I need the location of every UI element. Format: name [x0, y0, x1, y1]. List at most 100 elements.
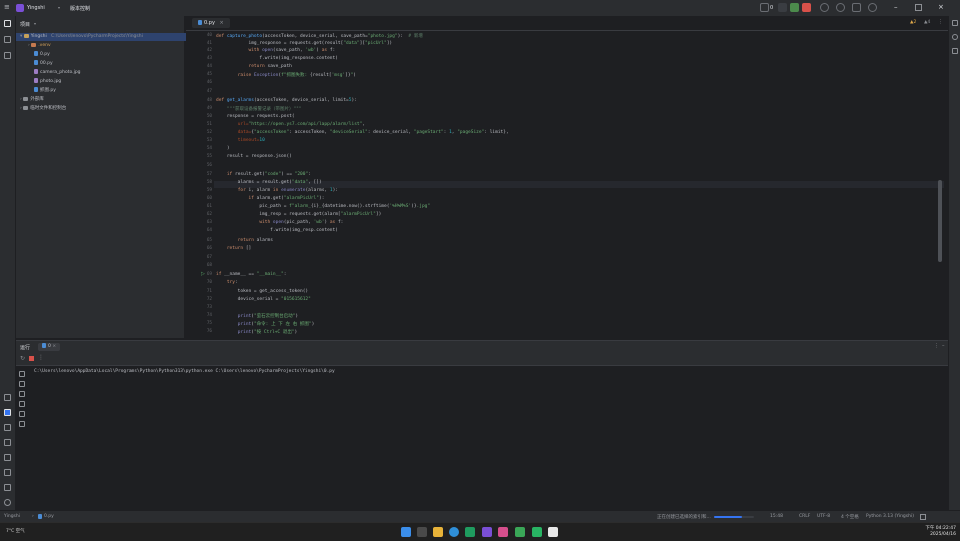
problems-icon[interactable] [4, 484, 11, 491]
code-line: ) [216, 146, 230, 151]
line-number: 46 [206, 80, 212, 85]
line-number: 64 [206, 228, 212, 233]
code-line: response = requests.post( [216, 114, 295, 119]
image-file-icon [34, 69, 38, 74]
tree-item-file[interactable]: 抓图.py [34, 87, 56, 95]
tree-item-file[interactable]: 0.py [34, 51, 50, 59]
code-line: url="https://open.ys7.com/api/lapp/alarm… [237, 122, 366, 127]
app-icon[interactable] [465, 527, 475, 537]
close-tab-icon[interactable]: × [52, 344, 56, 349]
breadcrumb-project[interactable]: Yingshi [4, 514, 20, 519]
file-encoding[interactable]: UTF-8 [817, 514, 830, 519]
close-icon[interactable]: × [938, 3, 944, 11]
project-switcher[interactable]: Yingshi [27, 5, 45, 11]
app-icon[interactable] [532, 527, 542, 537]
stop-button[interactable] [802, 3, 811, 12]
project-tool-icon[interactable] [4, 20, 11, 27]
ai-chat-icon[interactable] [952, 34, 958, 40]
version-control-icon[interactable] [4, 499, 11, 506]
tree-item-external-libs[interactable]: › 外部库 [20, 96, 44, 104]
cursor-position[interactable]: 15:48 [770, 514, 783, 519]
services-icon[interactable] [4, 439, 11, 446]
app-icon[interactable] [498, 527, 508, 537]
pycharm-icon[interactable] [482, 527, 492, 537]
python-console-icon[interactable] [4, 424, 11, 431]
tree-item-root[interactable]: ▾ Yingshi C:\Users\lenovo\PycharmProject… [16, 33, 188, 41]
code-line: if result.get("code") == "200": [226, 172, 311, 177]
code-line: f.write(img_response.content) [216, 56, 338, 61]
code-line: timeout=10 [237, 138, 265, 143]
ai-assistant-icon[interactable] [836, 3, 845, 12]
main-menu-icon[interactable]: ≡ [4, 3, 10, 11]
file-explorer-icon[interactable] [433, 527, 443, 537]
debug-tool-icon[interactable] [4, 454, 11, 461]
line-number: 69 [206, 272, 212, 277]
app-icon[interactable] [548, 527, 558, 537]
soft-wrap-icon[interactable] [19, 391, 25, 397]
scroll-end-icon[interactable] [19, 401, 25, 407]
notifications-icon[interactable] [952, 20, 958, 26]
breadcrumb-file[interactable]: 0.py [44, 514, 54, 519]
editor-scrollbar[interactable] [938, 180, 942, 262]
line-separator[interactable]: CRLF [799, 514, 810, 519]
settings-gear-icon[interactable] [868, 3, 877, 12]
more-tools-icon[interactable] [4, 52, 11, 59]
lock-icon[interactable] [920, 514, 926, 520]
line-number: 66 [206, 246, 212, 251]
code-line: if alarm.get("alarmPicUrl"): [248, 196, 325, 201]
weather-widget[interactable]: 7°C 空气 [6, 528, 25, 534]
right-tool-strip [948, 16, 960, 510]
scroll-up-icon[interactable] [19, 371, 25, 377]
tree-item-file[interactable]: camera_photo.jpg [34, 69, 81, 77]
tree-item-scratches[interactable]: › 临时文件和控制台 [20, 105, 66, 113]
minimize-panel-icon[interactable]: – [942, 343, 945, 349]
trash-icon[interactable] [19, 421, 25, 427]
search-icon[interactable] [417, 527, 427, 537]
more-icon[interactable]: ⋮ [938, 19, 943, 25]
code-line: print("按 Ctrl+C 退出") [237, 330, 298, 335]
edge-browser-icon[interactable] [449, 527, 459, 537]
rerun-icon[interactable]: ↻ [20, 355, 25, 362]
editor-tab[interactable]: 0.py × [192, 18, 230, 28]
run-tool-icon[interactable] [4, 409, 11, 416]
background-task-text[interactable]: 正在创建已选择的索引和... [657, 514, 711, 520]
terminal-icon[interactable] [4, 469, 11, 476]
code-line: token = get_access_token() [216, 289, 309, 294]
debug-icon[interactable] [778, 3, 787, 12]
warning-icon[interactable]: ▲2 [910, 20, 916, 25]
tree-item-file[interactable]: 00.py [34, 60, 53, 68]
chevron-down-icon[interactable]: ▾ [34, 21, 36, 26]
more-icon[interactable]: ⋮ [38, 354, 44, 361]
code-line: if __name__ == "__main__": [216, 272, 287, 277]
line-number: 51 [206, 122, 212, 127]
indent-setting[interactable]: 4 个空格 [841, 514, 859, 520]
more-icon[interactable]: ⋮ [934, 343, 939, 349]
wechat-icon[interactable] [515, 527, 525, 537]
maximize-icon[interactable] [915, 4, 922, 11]
scroll-down-icon[interactable] [19, 381, 25, 387]
clock-time[interactable]: 下午 04:22:47 [924, 525, 956, 531]
python-packages-icon[interactable] [4, 394, 11, 401]
search-icon[interactable] [820, 3, 829, 12]
code-line: try: [226, 280, 238, 285]
run-tab[interactable]: 0 × [38, 343, 61, 351]
start-icon[interactable] [401, 527, 411, 537]
code-line: raise Exception(f"抓图失败: {result['msg']}"… [237, 73, 356, 78]
print-icon[interactable] [19, 411, 25, 417]
stop-icon[interactable] [29, 356, 34, 361]
tree-item-file[interactable]: photo.jpg [34, 78, 61, 86]
code-line: device_serial = "015615612" [216, 297, 311, 302]
run-gutter-icon[interactable]: ▷ [201, 271, 205, 277]
tree-item-venv[interactable]: › .venv [28, 42, 51, 50]
database-icon[interactable] [952, 48, 958, 54]
update-icon[interactable] [852, 3, 861, 12]
run-config-icon[interactable] [760, 3, 769, 12]
minimize-icon[interactable]: – [894, 3, 898, 11]
close-tab-icon[interactable]: × [220, 20, 224, 26]
rerun-button[interactable] [790, 3, 799, 12]
commit-tool-icon[interactable] [4, 36, 11, 43]
clock-date[interactable]: 2025/04/16 [924, 532, 956, 537]
weak-warning-icon[interactable]: ▲4 [924, 20, 930, 25]
vcs-widget[interactable]: 版本控制 [70, 5, 90, 12]
interpreter-selector[interactable]: Python 3.13 (Yingshi) [866, 514, 914, 519]
